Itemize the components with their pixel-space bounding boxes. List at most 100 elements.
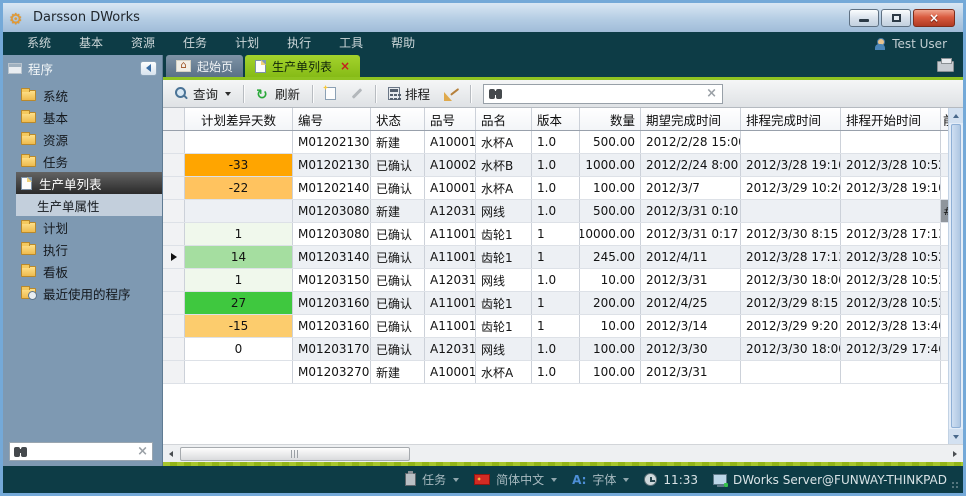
sidebar-item[interactable]: 执行 (16, 238, 162, 260)
column-header[interactable]: 排程完成时间 (741, 108, 841, 130)
scroll-up-button[interactable] (949, 108, 963, 123)
sidebar-item[interactable]: 计划 (16, 216, 162, 238)
menu-item[interactable]: 资源 (117, 32, 169, 55)
menu-item[interactable]: 基本 (65, 32, 117, 55)
cell-name: 齿轮1 (476, 223, 532, 245)
chevron-down-icon (623, 478, 629, 482)
sidebar-item[interactable]: 基本 (16, 106, 162, 128)
toolbar-button-new-doc[interactable] (321, 85, 340, 102)
clear-search-icon[interactable]: × (706, 87, 717, 100)
statusbar-item-flag-cn[interactable]: 简体中文 (474, 471, 557, 488)
broom-icon (444, 87, 458, 101)
column-header[interactable]: 编号 (293, 108, 371, 130)
sidebar-item[interactable]: 看板 (16, 260, 162, 282)
arrow-right-icon (953, 451, 957, 457)
cell-due: 2012/2/24 8:00 (641, 154, 741, 176)
table-row[interactable]: 0M012031701已确认A12031网线1.0100.002012/3/30… (163, 338, 948, 361)
table-row[interactable]: M012032701新建A10001水杯A1.0100.002012/3/31 (163, 361, 948, 384)
vertical-scroll-thumb[interactable] (951, 124, 961, 428)
column-header[interactable]: 计划差异天数 (185, 108, 293, 130)
pencil-icon (350, 87, 363, 100)
sidebar-item-label: 执行 (43, 240, 68, 259)
sidebar-item[interactable]: 系统 (16, 84, 162, 106)
menu-item[interactable]: 执行 (273, 32, 325, 55)
cell-item: A12031 (425, 269, 476, 291)
menu-item[interactable]: 任务 (169, 32, 221, 55)
scroll-left-button[interactable] (163, 445, 179, 462)
cell-ver: 1.0 (532, 154, 580, 176)
column-header-partial[interactable]: 前 (941, 108, 948, 130)
table-row[interactable]: 14M012031402已确认A11001齿轮11245.002012/4/11… (163, 246, 948, 269)
column-header[interactable]: 状态 (371, 108, 425, 130)
table-row[interactable]: 1M012031501已确认A12031网线1.010.002012/3/312… (163, 269, 948, 292)
horizontal-scroll-thumb[interactable] (180, 447, 410, 461)
menu-item[interactable]: 工具 (325, 32, 377, 55)
sidebar-item[interactable]: 资源 (16, 128, 162, 150)
scroll-right-button[interactable] (947, 445, 963, 462)
toolbar-button-refresh[interactable]: 刷新 (252, 82, 304, 105)
sidebar-item[interactable]: 生产单列表 (16, 172, 162, 194)
column-header[interactable]: 数量 (580, 108, 641, 130)
menu-item[interactable]: 帮助 (377, 32, 429, 55)
tab-label: 生产单列表 (272, 58, 332, 75)
cell-ver: 1.0 (532, 338, 580, 360)
sidebar-search-box: × (9, 442, 153, 461)
vertical-scrollbar[interactable] (948, 108, 963, 444)
cell-status: 已确认 (371, 223, 425, 245)
sidebar-item[interactable]: 任务 (16, 150, 162, 172)
minimize-icon (859, 19, 869, 22)
sidebar-title: 程序 (28, 59, 134, 78)
row-indicator-cell (163, 131, 185, 153)
resize-grip[interactable] (952, 482, 960, 490)
restore-button[interactable] (881, 9, 911, 27)
table-row[interactable]: M012030801新建A12031网线1.0500.002012/3/31 0… (163, 200, 948, 223)
statusbar-label: 简体中文 (496, 471, 544, 488)
statusbar-item-font-a[interactable]: A:字体 (572, 471, 629, 488)
horizontal-scrollbar[interactable] (163, 444, 963, 462)
toolbar-button-magnifier[interactable]: 查询 (171, 82, 235, 105)
toolbar-button-calculator[interactable]: 排程 (384, 82, 434, 105)
cell-end (741, 361, 841, 383)
column-header[interactable]: 版本 (532, 108, 580, 130)
scroll-down-button[interactable] (949, 429, 963, 444)
sidebar-search-input[interactable] (31, 445, 133, 459)
table-row[interactable]: M012021301新建A10001水杯A1.0500.002012/2/28 … (163, 131, 948, 154)
column-header[interactable]: 排程开始时间 (841, 108, 941, 130)
cell-due: 2012/4/11 (641, 246, 741, 268)
tab-inactive[interactable]: 起始页 (166, 55, 243, 77)
statusbar-item-clipboard[interactable]: 任务 (405, 471, 459, 488)
table-row[interactable]: 1M012030802已确认A11001齿轮1110000.002012/3/3… (163, 223, 948, 246)
close-button[interactable]: × (913, 9, 955, 27)
column-header[interactable]: 品名 (476, 108, 532, 130)
table-row[interactable]: -33M012021302已确认A10002水杯B1.01000.002012/… (163, 154, 948, 177)
user-menu[interactable]: Test User (874, 37, 947, 51)
tab-close-icon[interactable]: × (340, 60, 350, 72)
table-row[interactable]: -15M012031602已确认A11001齿轮1110.002012/3/14… (163, 315, 948, 338)
close-icon: × (929, 12, 939, 24)
cell-code: M012031402 (293, 246, 371, 268)
menu-item[interactable]: 系统 (13, 32, 65, 55)
toolbar-button-pencil[interactable] (346, 85, 367, 102)
tab-active[interactable]: 生产单列表 × (245, 55, 360, 77)
column-header[interactable]: 期望完成时间 (641, 108, 741, 130)
sidebar-collapse-button[interactable] (140, 61, 157, 76)
cell-due: 2012/3/31 0:10 (641, 200, 741, 222)
minimize-button[interactable] (849, 9, 879, 27)
new-doc-icon (325, 87, 336, 100)
cell-due: 2012/3/31 0:17 (641, 223, 741, 245)
clear-search-icon[interactable]: × (137, 445, 148, 458)
table-row[interactable]: 27M012031601已确认A11001齿轮11200.002012/4/25… (163, 292, 948, 315)
cell-diff: -22 (185, 177, 293, 199)
column-header[interactable]: 品号 (425, 108, 476, 130)
table-row[interactable]: -22M012021401已确认A10001水杯A1.0100.002012/3… (163, 177, 948, 200)
cell-partial (941, 315, 948, 337)
sidebar-item[interactable]: 最近使用的程序 (16, 282, 162, 304)
toolbar-search-input[interactable] (507, 87, 701, 101)
sidebar-item[interactable]: 生产单属性 (16, 194, 162, 216)
menu-item[interactable]: 计划 (221, 32, 273, 55)
cell-ver: 1 (532, 223, 580, 245)
printer-icon[interactable] (937, 61, 954, 72)
row-indicator-cell (163, 269, 185, 291)
toolbar-button-broom[interactable] (440, 85, 462, 103)
cell-status: 新建 (371, 200, 425, 222)
